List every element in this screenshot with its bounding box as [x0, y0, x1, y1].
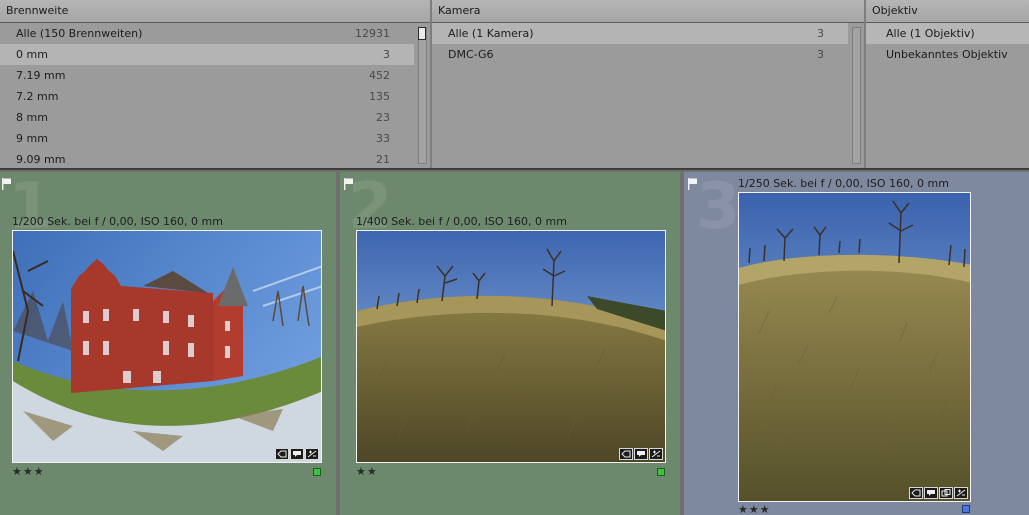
thumbnail-metadata: 1/250 Sek. bei f / 0,00, ISO 160, 0 mm — [738, 177, 949, 190]
meadow-portrait-photo — [739, 193, 970, 501]
castle-photo — [13, 231, 321, 462]
filter-column-brennweite: Brennweite Alle (150 Brennweiten) 12931 … — [0, 0, 430, 168]
row-count: 3 — [817, 48, 824, 61]
star-rating[interactable]: ★★★ — [738, 503, 771, 515]
keyword-icon[interactable] — [275, 448, 289, 460]
filter-row[interactable]: DMC-G6 3 — [432, 44, 848, 65]
row-count: 3 — [383, 48, 390, 61]
flag-icon[interactable] — [688, 178, 698, 190]
thumbnail-metadata: 1/400 Sek. bei f / 0,00, ISO 160, 0 mm — [356, 215, 567, 228]
star-rating[interactable]: ★★ — [356, 465, 378, 478]
filter-row[interactable]: 8 mm 23 — [0, 107, 414, 128]
keyword-icon[interactable] — [619, 448, 633, 460]
row-label: 9 mm — [16, 132, 48, 145]
collection-icon[interactable] — [939, 487, 953, 499]
develop-adjustments-icon[interactable] — [305, 448, 319, 460]
row-label: 9.09 mm — [16, 153, 66, 166]
color-label-swatch[interactable] — [962, 505, 970, 513]
thumbnail-image[interactable] — [356, 230, 666, 463]
filter-row[interactable]: 7.2 mm 135 — [0, 86, 414, 107]
row-label: DMC-G6 — [448, 48, 494, 61]
scrollbar-track[interactable] — [418, 27, 427, 164]
thumbnail-badges — [275, 448, 319, 460]
filter-row[interactable]: 9 mm 33 — [0, 128, 414, 149]
row-label: Alle (1 Kamera) — [448, 27, 534, 40]
grid-cell[interactable]: 1 1/200 Sek. bei f / 0,00, ISO 160, 0 mm — [0, 172, 336, 515]
thumbnail-image[interactable] — [12, 230, 322, 463]
color-label-swatch[interactable] — [313, 468, 321, 476]
comment-icon[interactable] — [634, 448, 648, 460]
thumbnail-badges — [909, 487, 968, 499]
thumbnail-grid: 1 1/200 Sek. bei f / 0,00, ISO 160, 0 mm — [0, 170, 1029, 515]
row-count: 21 — [376, 153, 390, 166]
filter-row[interactable]: 7.19 mm 452 — [0, 65, 414, 86]
filter-row[interactable]: Unbekanntes Objektiv — [866, 44, 1029, 65]
row-label: 8 mm — [16, 111, 48, 124]
filter-row-all[interactable]: Alle (1 Kamera) 3 — [432, 23, 848, 44]
row-count: 3 — [817, 27, 824, 40]
column-header[interactable]: Brennweite — [0, 0, 430, 23]
thumbnail-image[interactable] — [738, 192, 971, 502]
row-count: 12931 — [355, 27, 390, 40]
row-label: 7.19 mm — [16, 69, 66, 82]
filter-column-kamera: Kamera Alle (1 Kamera) 3 DMC-G6 3 — [432, 0, 864, 168]
flag-icon[interactable] — [2, 178, 12, 190]
filter-row-all[interactable]: Alle (150 Brennweiten) 12931 — [0, 23, 414, 44]
grid-cell-selected[interactable]: 3 1/250 Sek. bei f / 0,00, ISO 160, 0 mm — [684, 172, 1029, 515]
filter-row-all[interactable]: Alle (1 Objektiv) — [866, 23, 1029, 44]
thumbnail-metadata: 1/200 Sek. bei f / 0,00, ISO 160, 0 mm — [12, 215, 223, 228]
flag-icon[interactable] — [344, 178, 354, 190]
row-label: Alle (150 Brennweiten) — [16, 27, 143, 40]
color-label-swatch[interactable] — [657, 468, 665, 476]
filter-row[interactable]: 9.09 mm 21 — [0, 149, 414, 168]
column-header[interactable]: Objektiv — [866, 0, 1029, 23]
filter-list: Alle (1 Kamera) 3 DMC-G6 3 — [432, 23, 864, 65]
thumbnail-badges — [619, 448, 663, 460]
comment-icon[interactable] — [290, 448, 304, 460]
row-label: Unbekanntes Objektiv — [886, 48, 1008, 61]
scrollbar-track[interactable] — [852, 27, 861, 164]
filter-row[interactable]: 0 mm 3 — [0, 44, 414, 65]
filter-list: Alle (150 Brennweiten) 12931 0 mm 3 7.19… — [0, 23, 430, 168]
meadow-photo — [357, 231, 665, 462]
grid-cell[interactable]: 2 1/400 Sek. bei f / 0,00, ISO 160, 0 mm — [340, 172, 680, 515]
row-label: 7.2 mm — [16, 90, 59, 103]
row-count: 23 — [376, 111, 390, 124]
filter-column-objektiv: Objektiv Alle (1 Objektiv) Unbekanntes O… — [866, 0, 1029, 168]
row-label: Alle (1 Objektiv) — [886, 27, 975, 40]
cell-index: 3 — [696, 172, 741, 244]
library-filter-bar: Brennweite Alle (150 Brennweiten) 12931 … — [0, 0, 1029, 170]
comment-icon[interactable] — [924, 487, 938, 499]
develop-adjustments-icon[interactable] — [954, 487, 968, 499]
filter-list: Alle (1 Objektiv) Unbekanntes Objektiv — [866, 23, 1029, 65]
keyword-icon[interactable] — [909, 487, 923, 499]
row-count: 452 — [369, 69, 390, 82]
column-header[interactable]: Kamera — [432, 0, 864, 23]
row-count: 135 — [369, 90, 390, 103]
row-count: 33 — [376, 132, 390, 145]
scrollbar-thumb[interactable] — [418, 27, 426, 40]
row-label: 0 mm — [16, 48, 48, 61]
star-rating[interactable]: ★★★ — [12, 465, 45, 478]
develop-adjustments-icon[interactable] — [649, 448, 663, 460]
